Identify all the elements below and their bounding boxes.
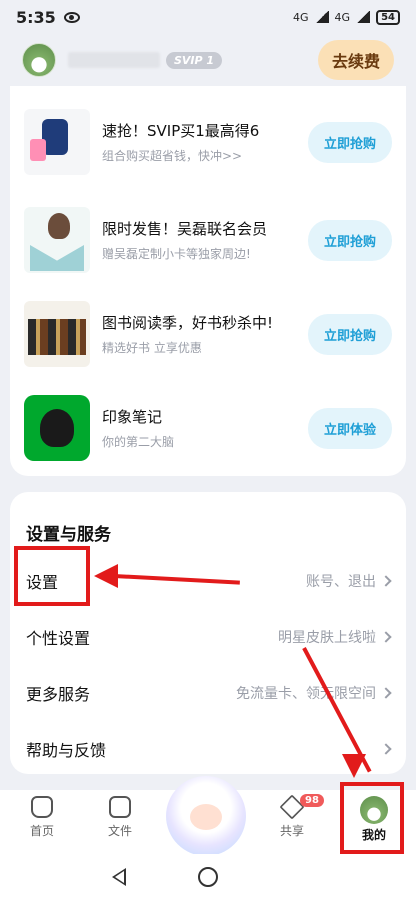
highlight-box-settings	[14, 546, 90, 606]
personalization-row[interactable]: 个性设置 明星皮肤上线啦	[10, 612, 406, 662]
network-label-2: 4G	[334, 10, 351, 24]
home-icon	[31, 796, 53, 818]
promo-subtitle: 你的第二大脑	[102, 435, 175, 449]
row-hint: 免流量卡、领无限空间	[236, 686, 376, 702]
buy-now-button[interactable]: 立即抢购	[307, 219, 392, 261]
system-navigation-bar	[0, 854, 416, 900]
share-badge: 98	[300, 794, 324, 807]
promo-card: 速抢！SVIP买1最高得6 组合购买超省钱，快冲>> 立即抢购 限时发售！吴磊联…	[10, 86, 406, 476]
svip-badge: SVIP 1	[166, 51, 223, 69]
chevron-right-icon	[380, 743, 392, 755]
arrow-head-icon	[342, 754, 366, 778]
buy-now-button[interactable]: 立即抢购	[307, 313, 392, 355]
row-label: 帮助与反馈	[26, 741, 107, 760]
section-title: 设置与服务	[26, 525, 111, 545]
chevron-right-icon	[380, 687, 392, 699]
signal-icon-2	[356, 11, 371, 23]
promo-subtitle: 赠吴磊定制小卡等独家周边!	[102, 247, 251, 261]
buy-now-button[interactable]: 立即抢购	[307, 121, 392, 163]
promo-title: 图书阅读季，好书秒杀中!	[102, 314, 274, 332]
username-blurred	[68, 52, 160, 68]
profile-header: SVIP 1 去续费	[0, 38, 416, 82]
promo-item[interactable]: 速抢！SVIP买1最高得6 组合购买超省钱，快冲>> 立即抢购	[10, 102, 406, 182]
more-services-row[interactable]: 更多服务 免流量卡、领无限空间	[10, 668, 406, 718]
nav-files[interactable]: 文件	[90, 796, 150, 839]
promo-subtitle: 组合购买超省钱，快冲>>	[102, 149, 243, 163]
evernote-icon	[24, 395, 90, 461]
promo-item[interactable]: 限时发售！吴磊联名会员 赠吴磊定制小卡等独家周边! 立即抢购	[10, 200, 406, 280]
promo-item[interactable]: 图书阅读季，好书秒杀中! 精选好书 立享优惠 立即抢购	[10, 294, 406, 374]
nav-label: 共享	[279, 824, 304, 838]
promo-subtitle: 精选好书 立享优惠	[102, 341, 202, 355]
chevron-right-icon	[380, 575, 392, 587]
network-label: 4G	[293, 10, 309, 24]
row-hint: 账号、退出	[306, 574, 376, 590]
row-label: 个性设置	[26, 629, 91, 648]
signal-icon	[314, 11, 329, 23]
try-now-button[interactable]: 立即体验	[307, 407, 392, 449]
avatar[interactable]	[22, 43, 56, 77]
renew-button[interactable]: 去续费	[317, 40, 394, 80]
speaker-product-image	[24, 109, 90, 175]
promo-title: 印象笔记	[102, 408, 163, 426]
status-time: 5:35	[16, 7, 56, 27]
status-bar: 5:35 4G 4G 54	[0, 0, 416, 34]
books-image	[24, 301, 90, 367]
chevron-right-icon	[380, 631, 392, 643]
folder-icon	[109, 796, 131, 818]
nav-label: 文件	[107, 824, 132, 838]
arrow-head-icon	[94, 564, 118, 588]
mascot-center-button[interactable]	[166, 776, 246, 856]
nav-label: 首页	[29, 824, 54, 838]
battery-indicator: 54	[376, 9, 400, 25]
celebrity-card-image	[24, 207, 90, 273]
promo-item[interactable]: 印象笔记 你的第二大脑 立即体验	[10, 388, 406, 468]
nav-home[interactable]: 首页	[12, 796, 72, 839]
back-icon[interactable]	[112, 868, 126, 886]
eye-icon	[63, 11, 80, 23]
highlight-box-mine	[340, 782, 404, 854]
row-hint: 明星皮肤上线啦	[278, 630, 376, 646]
status-icons: 4G 4G 54	[293, 9, 400, 25]
promo-title: 限时发售！吴磊联名会员	[102, 220, 268, 238]
home-circle-icon[interactable]	[198, 867, 218, 887]
promo-title: 速抢！SVIP买1最高得6	[102, 122, 260, 140]
row-label: 更多服务	[26, 685, 91, 704]
